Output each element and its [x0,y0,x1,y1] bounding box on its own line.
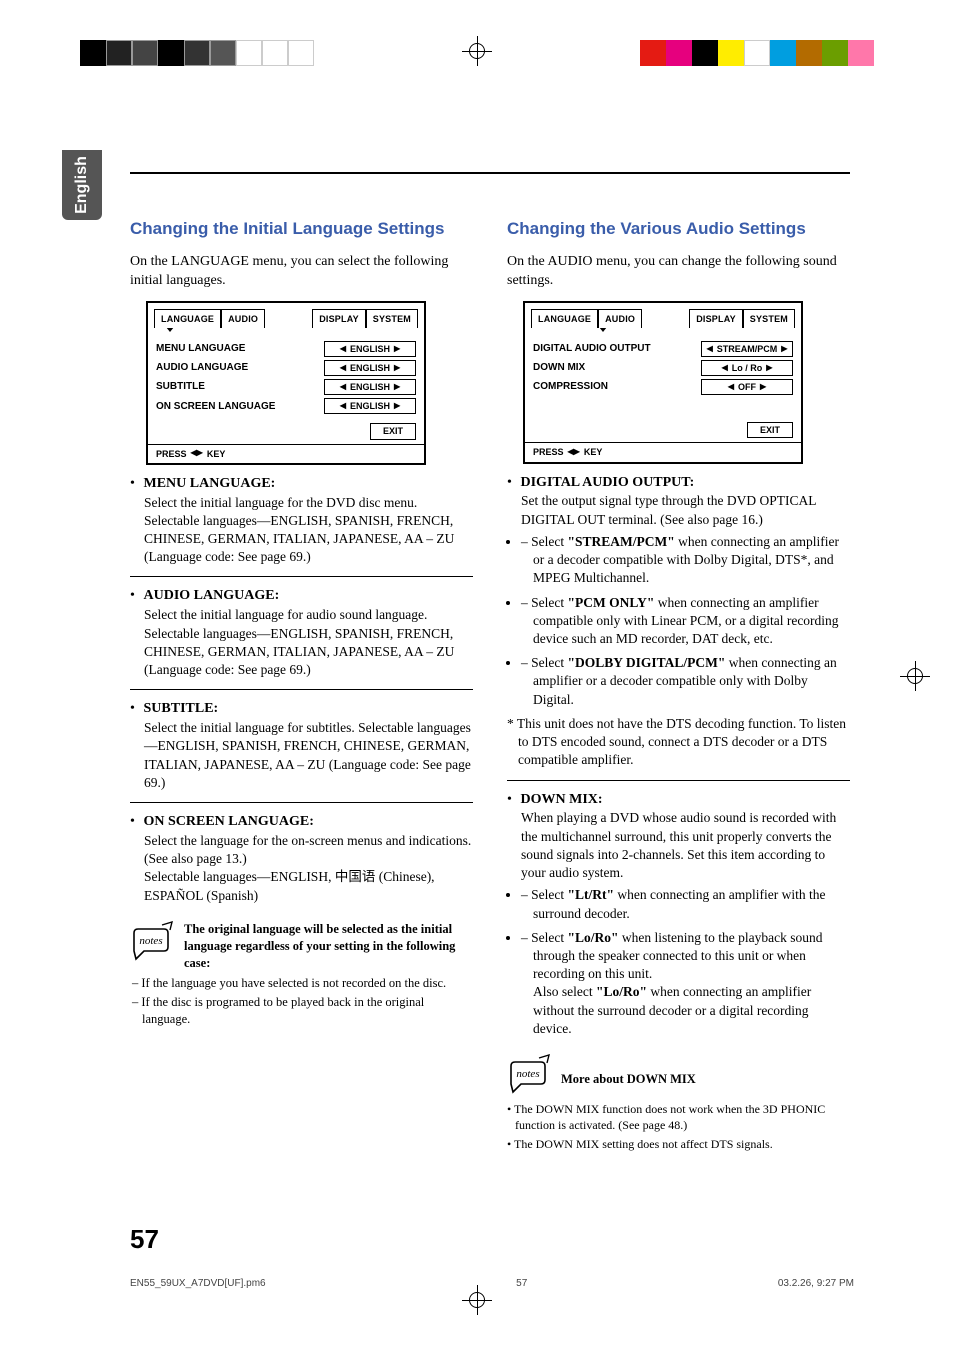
item-body: Set the output signal type through the D… [521,492,850,528]
item-body: Select the initial language for subtitle… [144,719,473,792]
item-body: Select the initial language for the DVD … [144,494,473,567]
item-title: • DOWN MIX: [507,791,850,810]
left-right-icon: ◀▶ [568,447,580,458]
footer-file: EN55_59UX_A7DVD[UF].pm6 [130,1278,266,1289]
item-title: • MENU LANGUAGE: [130,475,473,494]
menu-row-value: ENGLISH [324,379,416,395]
side-tab-label: English [73,156,91,214]
left-right-icon: ◀▶ [191,448,203,459]
menu-row-value: STREAM/PCM [701,341,793,357]
menu-row-label: DOWN MIX [533,361,585,375]
press-suffix: KEY [584,446,603,458]
svg-text:notes: notes [516,1068,539,1080]
crop-mark-top [466,40,488,62]
sub-list: – Select "Lt/Rt" when connecting an ampl… [521,886,850,1038]
note-text: The original language will be selected a… [184,921,473,972]
color-bar-left [80,40,314,66]
menu-row-label: DIGITAL AUDIO OUTPUT [533,342,651,356]
side-crop-mark [904,665,926,687]
menu-tab: LANGUAGE [531,309,598,328]
menu-exit: EXIT [747,422,793,438]
item-title: • ON SCREEN LANGUAGE: [130,813,473,832]
press-label: PRESS [533,446,564,458]
crop-mark-bottom [466,1289,488,1311]
item-body: When playing a DVD whose audio sound is … [521,809,850,882]
footer-page: 57 [516,1278,527,1289]
asterisk-note: * This unit does not have the DTS decodi… [507,715,850,770]
item-title: • AUDIO LANGUAGE: [130,587,473,606]
menu-row-label: AUDIO LANGUAGE [156,361,248,375]
menu-tab: SYSTEM [743,309,795,328]
menu-row-value: ENGLISH [324,341,416,357]
left-intro: On the LANGUAGE menu, you can select the… [130,253,473,291]
note-list: – If the language you have selected is n… [130,975,473,1028]
menu-tab: AUDIO [598,309,642,328]
item-title: • DIGITAL AUDIO OUTPUT: [507,474,850,493]
menu-row-value: ENGLISH [324,398,416,414]
menu-tab: DISPLAY [689,309,743,328]
language-menu-screenshot: LANGUAGE AUDIO DISPLAY SYSTEM MENU LANGU… [146,301,426,465]
right-heading: Changing the Various Audio Settings [507,218,850,241]
item-body: Select the language for the on-screen me… [144,832,473,905]
note-list: • The DOWN MIX function does not work wh… [507,1101,850,1152]
press-suffix: KEY [207,448,226,460]
color-bar-right [640,40,874,66]
menu-row-value: ENGLISH [324,360,416,376]
menu-tab: AUDIO [221,309,265,328]
menu-tab: SYSTEM [366,309,418,328]
sub-list: – Select "STREAM/PCM" when connecting an… [521,533,850,709]
audio-menu-screenshot: LANGUAGE AUDIO DISPLAY SYSTEM DIGITAL AU… [523,301,803,464]
note-text: More about DOWN MIX [561,1054,696,1088]
menu-tab: LANGUAGE [154,309,221,328]
svg-text:notes: notes [139,935,162,947]
right-intro: On the AUDIO menu, you can change the fo… [507,253,850,291]
page-number: 57 [130,1224,159,1255]
menu-tab: DISPLAY [312,309,366,328]
menu-row-label: SUBTITLE [156,380,205,394]
left-heading: Changing the Initial Language Settings [130,218,473,241]
press-label: PRESS [156,448,187,460]
top-rule [130,172,850,174]
notes-icon: notes [130,921,176,966]
print-footer: EN55_59UX_A7DVD[UF].pm6 57 03.2.26, 9:27… [130,1278,854,1289]
menu-row-label: MENU LANGUAGE [156,342,245,356]
notes-icon: notes [507,1054,553,1099]
menu-row-label: COMPRESSION [533,380,608,394]
menu-row-value: OFF [701,379,793,395]
menu-row-label: ON SCREEN LANGUAGE [156,400,275,414]
menu-row-value: Lo / Ro [701,360,793,376]
menu-exit: EXIT [370,423,416,439]
footer-date: 03.2.26, 9:27 PM [778,1278,854,1289]
right-column: Changing the Various Audio Settings On t… [507,218,850,1154]
left-column: Changing the Initial Language Settings O… [130,218,473,1154]
language-side-tab: English [62,150,102,220]
item-title: • SUBTITLE: [130,700,473,719]
item-body: Select the initial language for audio so… [144,606,473,679]
